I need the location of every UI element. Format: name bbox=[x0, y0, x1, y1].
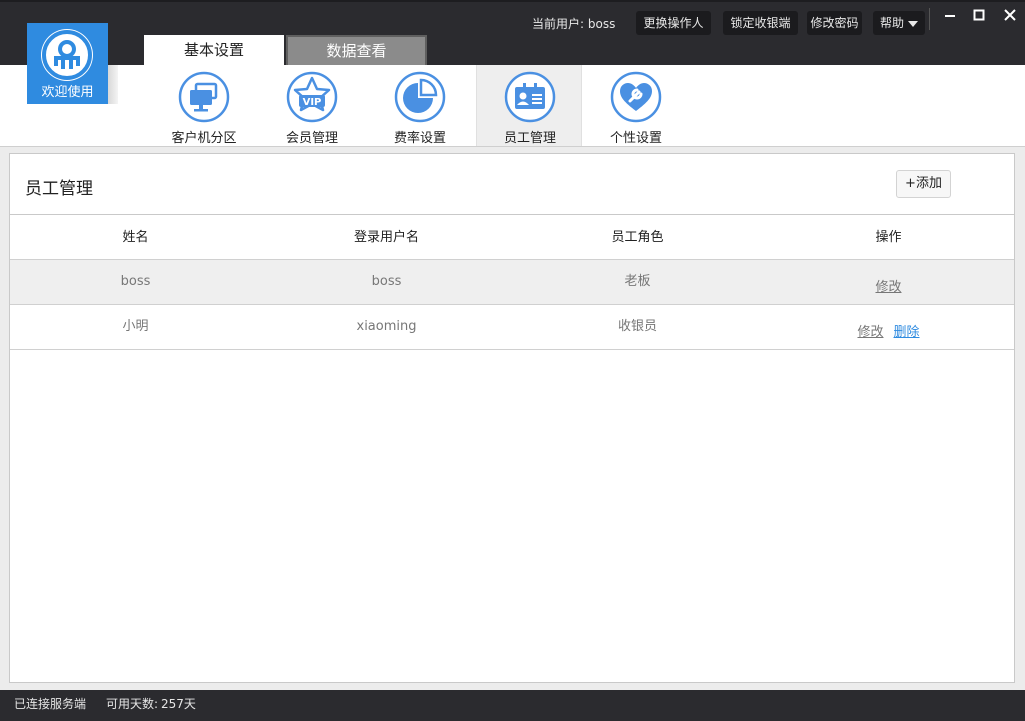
days-label: 可用天数: bbox=[106, 697, 159, 711]
monitors-icon bbox=[178, 71, 230, 123]
settings-toolbar: 客户机分区 VIP 会员管理 费率设置 员工管理 个性设置 bbox=[0, 65, 1025, 146]
pie-chart-icon bbox=[394, 71, 446, 123]
edit-link[interactable]: 修改 bbox=[875, 280, 901, 295]
toolbar-label: 员工管理 bbox=[503, 131, 556, 146]
column-header-actions: 操作 bbox=[875, 230, 902, 245]
maximize-icon bbox=[973, 9, 984, 21]
vip-star-icon: VIP bbox=[286, 71, 338, 123]
id-card-icon bbox=[504, 71, 556, 123]
cell-actions: 修改 删除 bbox=[763, 305, 1014, 349]
add-staff-button[interactable]: +添加 bbox=[896, 170, 951, 198]
right-edge bbox=[1018, 147, 1025, 690]
cell-name: boss bbox=[120, 274, 151, 289]
tab-data-view[interactable]: 数据查看 bbox=[286, 35, 427, 65]
help-label: 帮助 bbox=[879, 16, 904, 30]
tab-basic-settings[interactable]: 基本设置 bbox=[144, 35, 284, 65]
heart-wrench-icon bbox=[610, 71, 662, 123]
cell-role: 老板 bbox=[624, 274, 651, 289]
close-icon bbox=[1003, 9, 1016, 21]
cell-role: 收银员 bbox=[617, 319, 657, 334]
column-header-name: 姓名 bbox=[122, 230, 149, 245]
cell-username: boss bbox=[371, 274, 402, 289]
edit-link[interactable]: 修改 bbox=[857, 325, 883, 340]
cell-name: 小明 bbox=[122, 319, 149, 334]
staff-panel: 员工管理 +添加 姓名 登录用户名 员工角色 操作 boss boss 老板 修… bbox=[9, 153, 1015, 683]
current-user-label: 当前用户: boss bbox=[532, 17, 616, 31]
lock-register-button[interactable]: 锁定收银端 bbox=[723, 11, 798, 35]
toolbar-label: 个性设置 bbox=[609, 131, 662, 146]
page-title: 员工管理 bbox=[25, 179, 93, 199]
table-header: 姓名 登录用户名 员工角色 操作 bbox=[10, 214, 1014, 260]
change-password-button[interactable]: 修改密码 bbox=[807, 11, 862, 35]
table-row[interactable]: 小明 xiaoming 收银员 修改 删除 bbox=[10, 305, 1014, 350]
cell-actions: 修改 bbox=[763, 260, 1014, 304]
title-bar: 当前用户: boss 更换操作人 锁定收银端 修改密码 帮助 基本设置 数据查看 bbox=[0, 0, 1025, 65]
window-controls-divider bbox=[929, 8, 930, 30]
toolbar-client-zones[interactable]: 客户机分区 bbox=[151, 65, 257, 146]
logo-text: 欢迎使用 bbox=[41, 85, 94, 100]
cell-username: xiaoming bbox=[356, 319, 417, 334]
maximize-button[interactable] bbox=[962, 2, 995, 28]
toolbar-label: 会员管理 bbox=[285, 131, 338, 146]
help-button[interactable]: 帮助 bbox=[873, 11, 925, 35]
column-header-username: 登录用户名 bbox=[353, 230, 419, 245]
svg-text:VIP: VIP bbox=[303, 97, 322, 108]
top-border bbox=[0, 0, 1025, 2]
connection-status: 已连接服务端 bbox=[14, 697, 87, 711]
logo-mark-icon bbox=[41, 29, 93, 81]
close-button[interactable] bbox=[993, 2, 1025, 28]
toolbar-member-management[interactable]: VIP 会员管理 bbox=[259, 65, 365, 146]
table-row[interactable]: boss boss 老板 修改 bbox=[10, 260, 1014, 305]
status-bar: 已连接服务端 可用天数: 257天 bbox=[0, 690, 1025, 721]
logo-shadow bbox=[108, 65, 118, 104]
toolbar-staff-management[interactable]: 员工管理 bbox=[476, 65, 582, 146]
delete-link[interactable]: 删除 bbox=[894, 325, 920, 340]
days-value: 257天 bbox=[161, 697, 196, 711]
swap-operator-button[interactable]: 更换操作人 bbox=[636, 11, 711, 35]
minimize-icon bbox=[944, 15, 955, 17]
toolbar-label: 客户机分区 bbox=[171, 131, 237, 146]
column-header-role: 员工角色 bbox=[611, 230, 664, 245]
toolbar-rate-settings[interactable]: 费率设置 bbox=[367, 65, 473, 146]
app-logo: 欢迎使用 bbox=[27, 23, 108, 104]
chevron-down-icon bbox=[908, 20, 918, 27]
toolbar-personalization[interactable]: 个性设置 bbox=[583, 65, 689, 146]
toolbar-label: 费率设置 bbox=[393, 131, 446, 146]
logo-icon bbox=[42, 30, 92, 80]
